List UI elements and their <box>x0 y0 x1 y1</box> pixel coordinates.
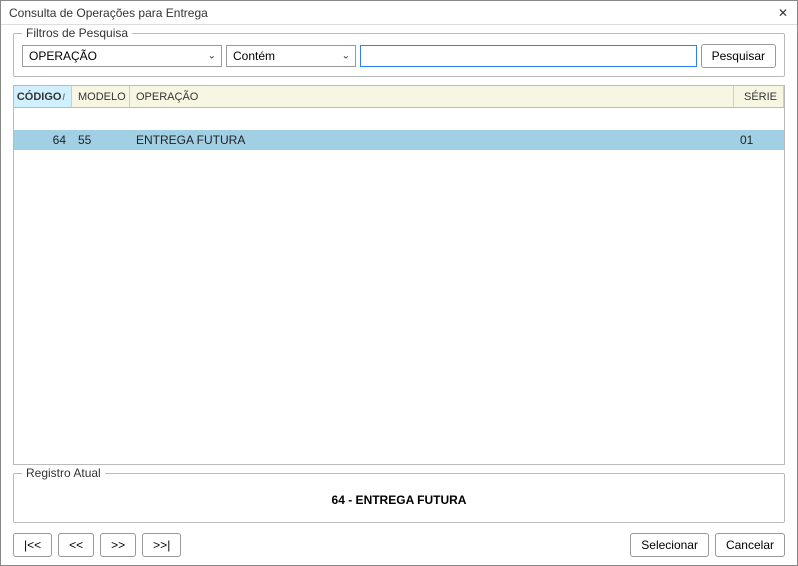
grid-header: CÓDIGO / MODELO OPERAÇÃO SÉRIE <box>14 86 784 108</box>
grid-spacer-row <box>14 108 784 130</box>
grid-body[interactable]: 64 55 ENTREGA FUTURA 01 <box>14 108 784 464</box>
close-button[interactable]: ✕ <box>773 4 793 22</box>
next-button[interactable]: >> <box>100 533 136 557</box>
field-select-wrap: OPERAÇÃO ⌄ <box>22 45 222 67</box>
cell-codigo: 64 <box>14 130 72 150</box>
last-button[interactable]: >>| <box>142 533 181 557</box>
cell-serie: 01 <box>734 130 784 150</box>
current-record-box: Registro Atual 64 - ENTREGA FUTURA <box>13 473 785 523</box>
results-grid: CÓDIGO / MODELO OPERAÇÃO SÉRIE 64 55 ENT… <box>13 85 785 465</box>
window-title: Consulta de Operações para Entrega <box>9 6 208 20</box>
close-icon: ✕ <box>778 6 788 20</box>
prev-button[interactable]: << <box>58 533 94 557</box>
col-header-codigo[interactable]: CÓDIGO / <box>14 86 72 107</box>
col-header-serie[interactable]: SÉRIE <box>734 86 784 107</box>
condition-select[interactable]: Contém <box>226 45 356 67</box>
filter-row: OPERAÇÃO ⌄ Contém ⌄ Pesquisar <box>22 44 776 68</box>
action-buttons: Selecionar Cancelar <box>630 533 785 557</box>
filter-fieldset: Filtros de Pesquisa OPERAÇÃO ⌄ Contém ⌄ … <box>13 33 785 77</box>
select-button[interactable]: Selecionar <box>630 533 709 557</box>
nav-buttons: |<< << >> >>| <box>13 533 181 557</box>
cell-operacao: ENTREGA FUTURA <box>130 130 734 150</box>
search-input[interactable] <box>360 45 697 67</box>
sort-indicator-icon: / <box>62 92 65 102</box>
cancel-button[interactable]: Cancelar <box>715 533 785 557</box>
first-button[interactable]: |<< <box>13 533 52 557</box>
title-bar: Consulta de Operações para Entrega ✕ <box>1 1 797 25</box>
field-select-value: OPERAÇÃO <box>29 49 97 63</box>
dialog-window: Consulta de Operações para Entrega ✕ Fil… <box>0 0 798 566</box>
search-button[interactable]: Pesquisar <box>701 44 776 68</box>
field-select[interactable]: OPERAÇÃO <box>22 45 222 67</box>
table-row[interactable]: 64 55 ENTREGA FUTURA 01 <box>14 130 784 150</box>
condition-select-value: Contém <box>233 49 275 63</box>
cell-modelo: 55 <box>72 130 130 150</box>
filter-legend: Filtros de Pesquisa <box>22 26 132 40</box>
current-record-legend: Registro Atual <box>22 466 105 480</box>
current-record-text: 64 - ENTREGA FUTURA <box>332 493 467 507</box>
col-header-modelo[interactable]: MODELO <box>72 86 130 107</box>
content-area: Filtros de Pesquisa OPERAÇÃO ⌄ Contém ⌄ … <box>1 25 797 565</box>
col-header-operacao[interactable]: OPERAÇÃO <box>130 86 734 107</box>
bottom-bar: |<< << >> >>| Selecionar Cancelar <box>13 533 785 557</box>
condition-select-wrap: Contém ⌄ <box>226 45 356 67</box>
col-codigo-label: CÓDIGO <box>17 91 62 103</box>
